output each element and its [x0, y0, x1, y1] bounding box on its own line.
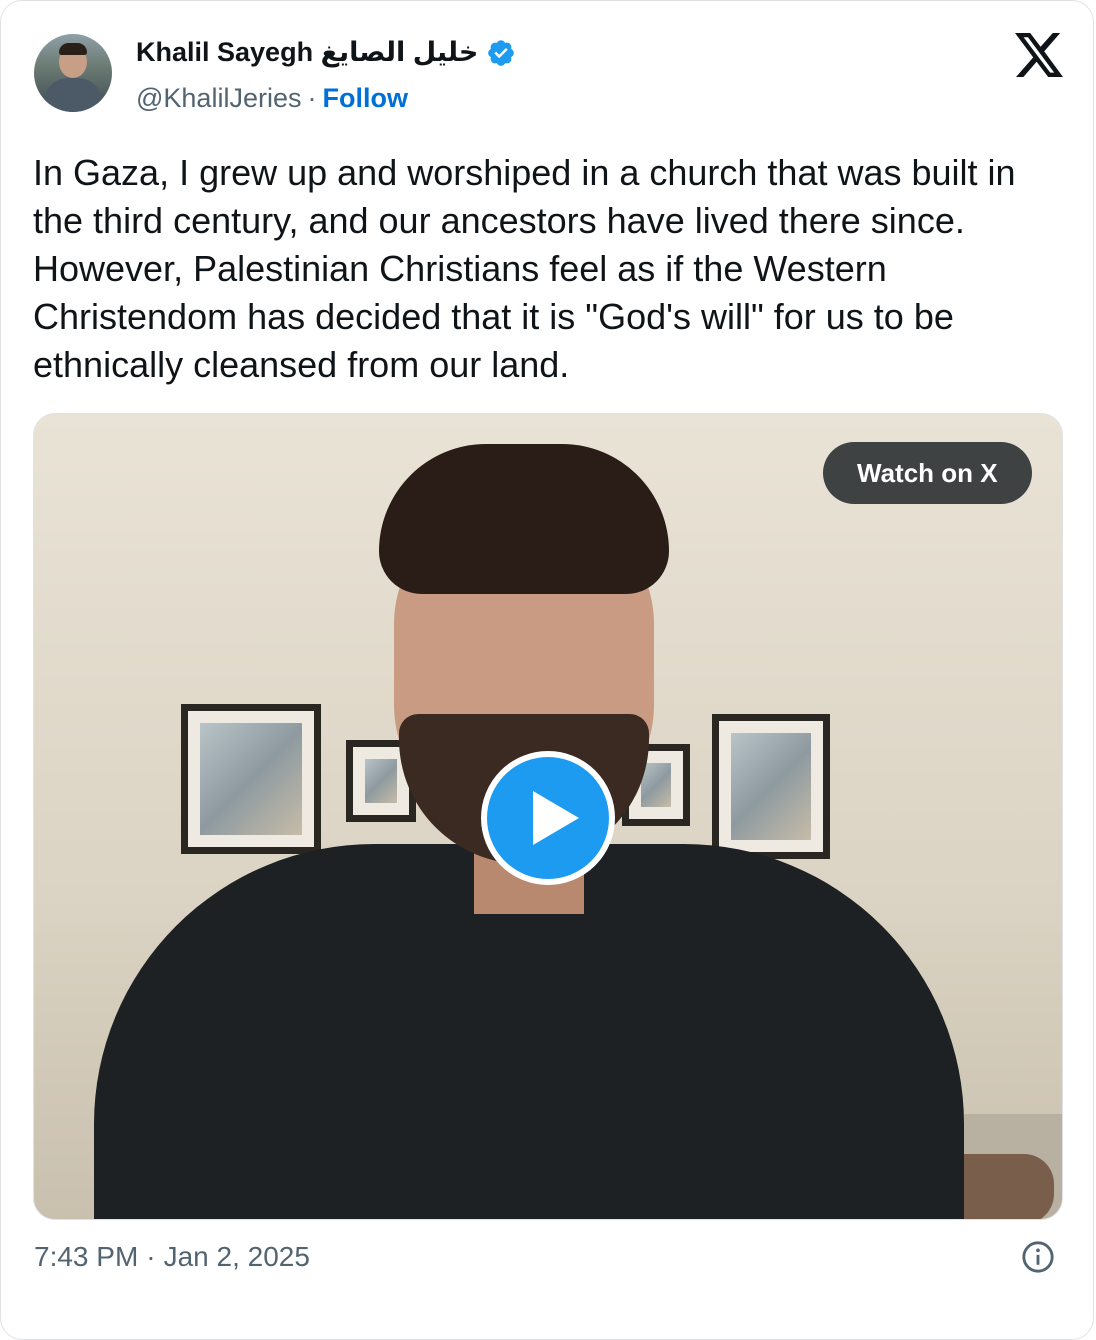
tweet-card: Khalil Sayegh خليل الصايغ @KhalilJeries … [0, 0, 1094, 1340]
handle-separator: · [307, 83, 317, 113]
author-name-row: Khalil Sayegh خليل الصايغ [136, 37, 516, 68]
tweet-timestamp[interactable]: 7:43 PM · Jan 2, 2025 [34, 1241, 310, 1273]
wall-picture-frame [181, 704, 321, 854]
tweet-text: In Gaza, I grew up and worshiped in a ch… [33, 152, 1016, 385]
tweet-date: Jan 2, 2025 [163, 1241, 310, 1272]
author-handle-row: @KhalilJeries · Follow [136, 83, 408, 114]
verified-badge-icon [488, 39, 515, 66]
video-player[interactable]: Watch on X [33, 413, 1063, 1220]
timestamp-separator: · [146, 1241, 156, 1272]
info-icon[interactable] [1021, 1240, 1055, 1274]
avatar-body [44, 78, 102, 112]
wall-picture-frame [712, 714, 830, 859]
tweet-time: 7:43 PM [34, 1241, 139, 1272]
play-icon[interactable] [481, 751, 615, 885]
follow-button[interactable]: Follow [322, 83, 407, 114]
avatar[interactable] [34, 34, 112, 112]
x-logo-icon[interactable] [1014, 33, 1064, 77]
author-name[interactable]: Khalil Sayegh خليل الصايغ [136, 37, 478, 68]
author-handle[interactable]: @KhalilJeries [136, 83, 301, 114]
avatar-hair [59, 43, 87, 55]
watch-on-x-button[interactable]: Watch on X [823, 442, 1032, 504]
person-hair [379, 444, 669, 594]
